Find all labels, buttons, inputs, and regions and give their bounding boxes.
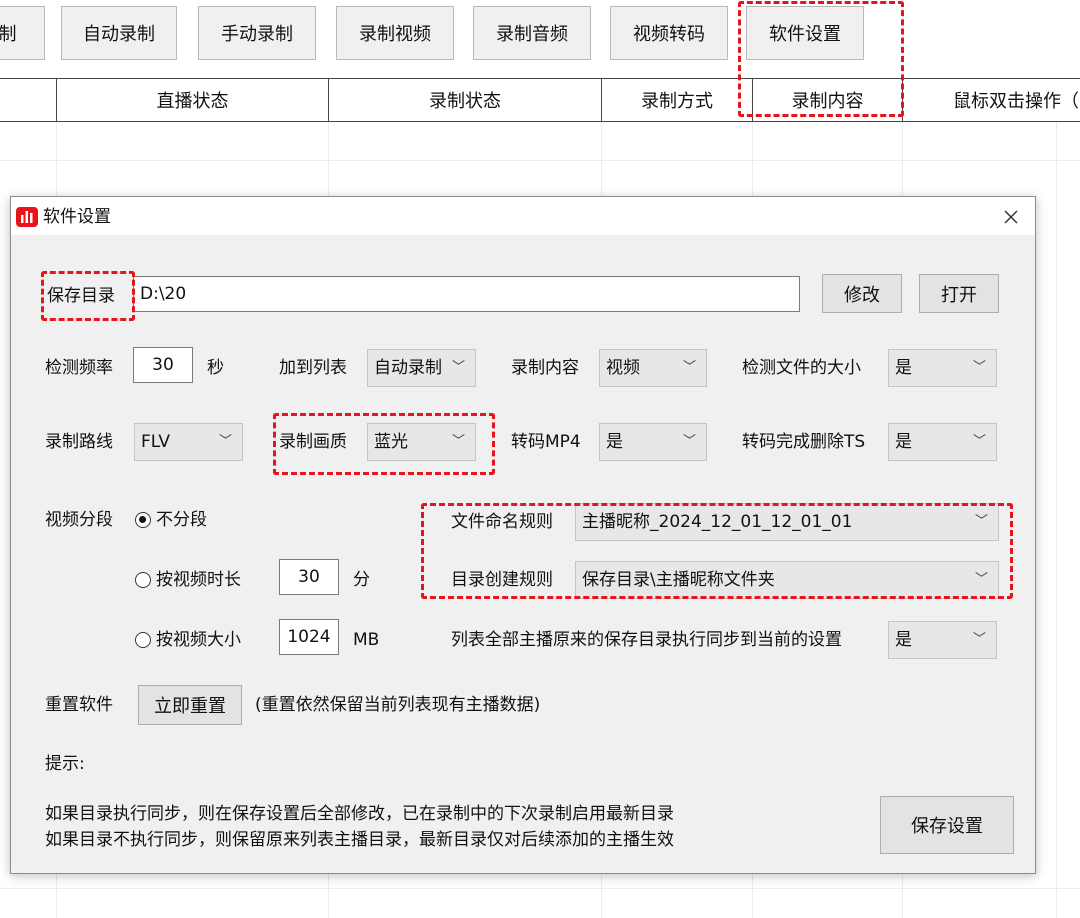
segment-label: 视频分段 [45,510,113,530]
auto-record-button[interactable]: 自动录制 [61,6,177,60]
save-dir-label: 保存目录 [47,286,115,306]
toolbar-button-label: 录制视频 [359,24,431,45]
add-to-list-select[interactable]: 自动录制 ﹀ [367,349,476,387]
column-header[interactable]: 直播状态 [56,79,328,121]
check-freq-label: 检测频率 [45,358,113,378]
record-route-label: 录制路线 [45,432,113,452]
dialog-title: 软件设置 [43,207,111,227]
record-quality-label: 录制画质 [279,432,347,452]
chevron-down-icon: ﹀ [972,360,986,375]
software-settings-button[interactable]: 软件设置 [746,6,864,60]
column-header-label: 录制方式 [641,91,713,112]
select-value: 视频 [606,358,640,378]
record-quality-select[interactable]: 蓝光 ﹀ [367,423,476,461]
chevron-down-icon: ﹀ [451,360,465,375]
dir-rule-select[interactable]: 保存目录\主播昵称文件夹 ﹀ [575,561,999,599]
dir-rule-label: 目录创建规则 [451,570,553,590]
toolbar-button-label: 软件设置 [769,24,841,45]
column-header[interactable]: 录制状态 [328,79,601,121]
save-settings-button[interactable]: 保存设置 [880,796,1014,854]
radio-label: 按视频大小 [156,630,241,650]
tip-line: 如果目录不执行同步，则保留原来列表主播目录，最新目录仅对后续添加的主播生效 [45,830,674,850]
file-naming-label: 文件命名规则 [451,512,553,532]
grid-line [0,160,1080,161]
select-value: 是 [895,432,912,452]
column-header-label: 直播状态 [156,91,229,112]
column-header[interactable]: 录制内容 [752,79,902,121]
radio-by-duration[interactable] [135,572,151,588]
select-value: 是 [895,358,912,378]
save-dir-input[interactable]: D:\20 [133,276,800,312]
file-naming-select[interactable]: 主播昵称_2024_12_01_12_01_01 ﹀ [575,503,999,541]
select-value: 是 [895,630,912,650]
record-route-select[interactable]: FLV ﹀ [134,423,243,461]
column-header-label: 录制状态 [429,91,501,112]
chevron-down-icon: ﹀ [972,434,986,449]
add-to-list-label: 加到列表 [279,358,347,378]
settings-dialog: 软件设置 保存目录 D:\20 修改 打开 检测频率 30 秒 加到列表 自动录… [10,196,1036,874]
record-content-select[interactable]: 视频 ﹀ [599,349,707,387]
select-value: FLV [141,432,171,452]
check-freq-input[interactable]: 30 [133,347,193,383]
toolbar-button-label: 录制音频 [496,24,568,45]
column-header[interactable]: 鼠标双击操作（ [902,79,1080,121]
tip-title: 提示: [45,754,85,774]
manual-record-button[interactable]: 手动录制 [198,6,316,60]
close-icon[interactable] [999,205,1023,229]
video-transcode-button[interactable]: 视频转码 [610,6,728,60]
chevron-down-icon: ﹀ [218,434,232,449]
transcode-mp4-label: 转码MP4 [511,432,581,452]
reset-label: 重置软件 [45,695,113,715]
delete-ts-select[interactable]: 是 ﹀ [888,423,997,461]
transcode-mp4-select[interactable]: 是 ﹀ [599,423,707,461]
open-button[interactable]: 打开 [919,274,999,313]
column-header-label: 录制内容 [791,91,864,112]
select-value: 自动录制 [374,358,442,378]
chevron-down-icon: ﹀ [682,360,696,375]
size-unit: MB [353,630,380,650]
radio-label: 按视频时长 [156,570,241,590]
grid-line [1056,122,1057,918]
modify-button[interactable]: 修改 [822,274,902,313]
toolbar-button-partial[interactable]: 制 [0,6,45,60]
column-header-label: 鼠标双击操作（ [953,91,1079,112]
sync-label: 列表全部主播原来的保存目录执行同步到当前的设置 [451,630,842,650]
check-freq-unit: 秒 [207,358,224,378]
table-header: 直播状态 录制状态 录制方式 录制内容 鼠标双击操作（ [0,78,1080,122]
reset-now-button[interactable]: 立即重置 [138,685,242,725]
dialog-titlebar: 软件设置 [11,197,1035,235]
chevron-down-icon: ﹀ [974,514,988,529]
chevron-down-icon: ﹀ [974,572,988,587]
record-content-label: 录制内容 [511,358,579,378]
radio-no-segment[interactable] [135,512,151,528]
toolbar-button-label: 制 [0,24,17,45]
check-size-label: 检测文件的大小 [742,358,861,378]
radio-by-size[interactable] [135,632,151,648]
duration-input[interactable]: 30 [279,559,339,595]
delete-ts-label: 转码完成删除TS [742,432,866,452]
sync-select[interactable]: 是 ﹀ [888,621,997,659]
toolbar-button-label: 视频转码 [633,24,705,45]
record-audio-button[interactable]: 录制音频 [473,6,591,60]
size-input[interactable]: 1024 [279,619,339,655]
check-size-select[interactable]: 是 ﹀ [888,349,997,387]
radio-label: 不分段 [156,510,207,530]
toolbar-button-label: 自动录制 [83,24,155,45]
select-value: 保存目录\主播昵称文件夹 [582,570,775,590]
column-header[interactable]: 录制方式 [601,79,752,121]
toolbar-button-label: 手动录制 [221,24,293,45]
grid-line [0,888,1080,889]
select-value: 主播昵称_2024_12_01_12_01_01 [582,512,853,532]
reset-note: (重置依然保留当前列表现有主播数据) [255,695,541,715]
duration-unit: 分 [353,570,370,590]
chevron-down-icon: ﹀ [451,434,465,449]
app-logo-icon [16,207,38,227]
select-value: 蓝光 [374,432,408,452]
chevron-down-icon: ﹀ [972,632,986,647]
tip-line: 如果目录执行同步，则在保存设置后全部修改，已在录制中的下次录制启用最新目录 [45,804,674,824]
select-value: 是 [606,432,623,452]
record-video-button[interactable]: 录制视频 [336,6,454,60]
chevron-down-icon: ﹀ [682,434,696,449]
